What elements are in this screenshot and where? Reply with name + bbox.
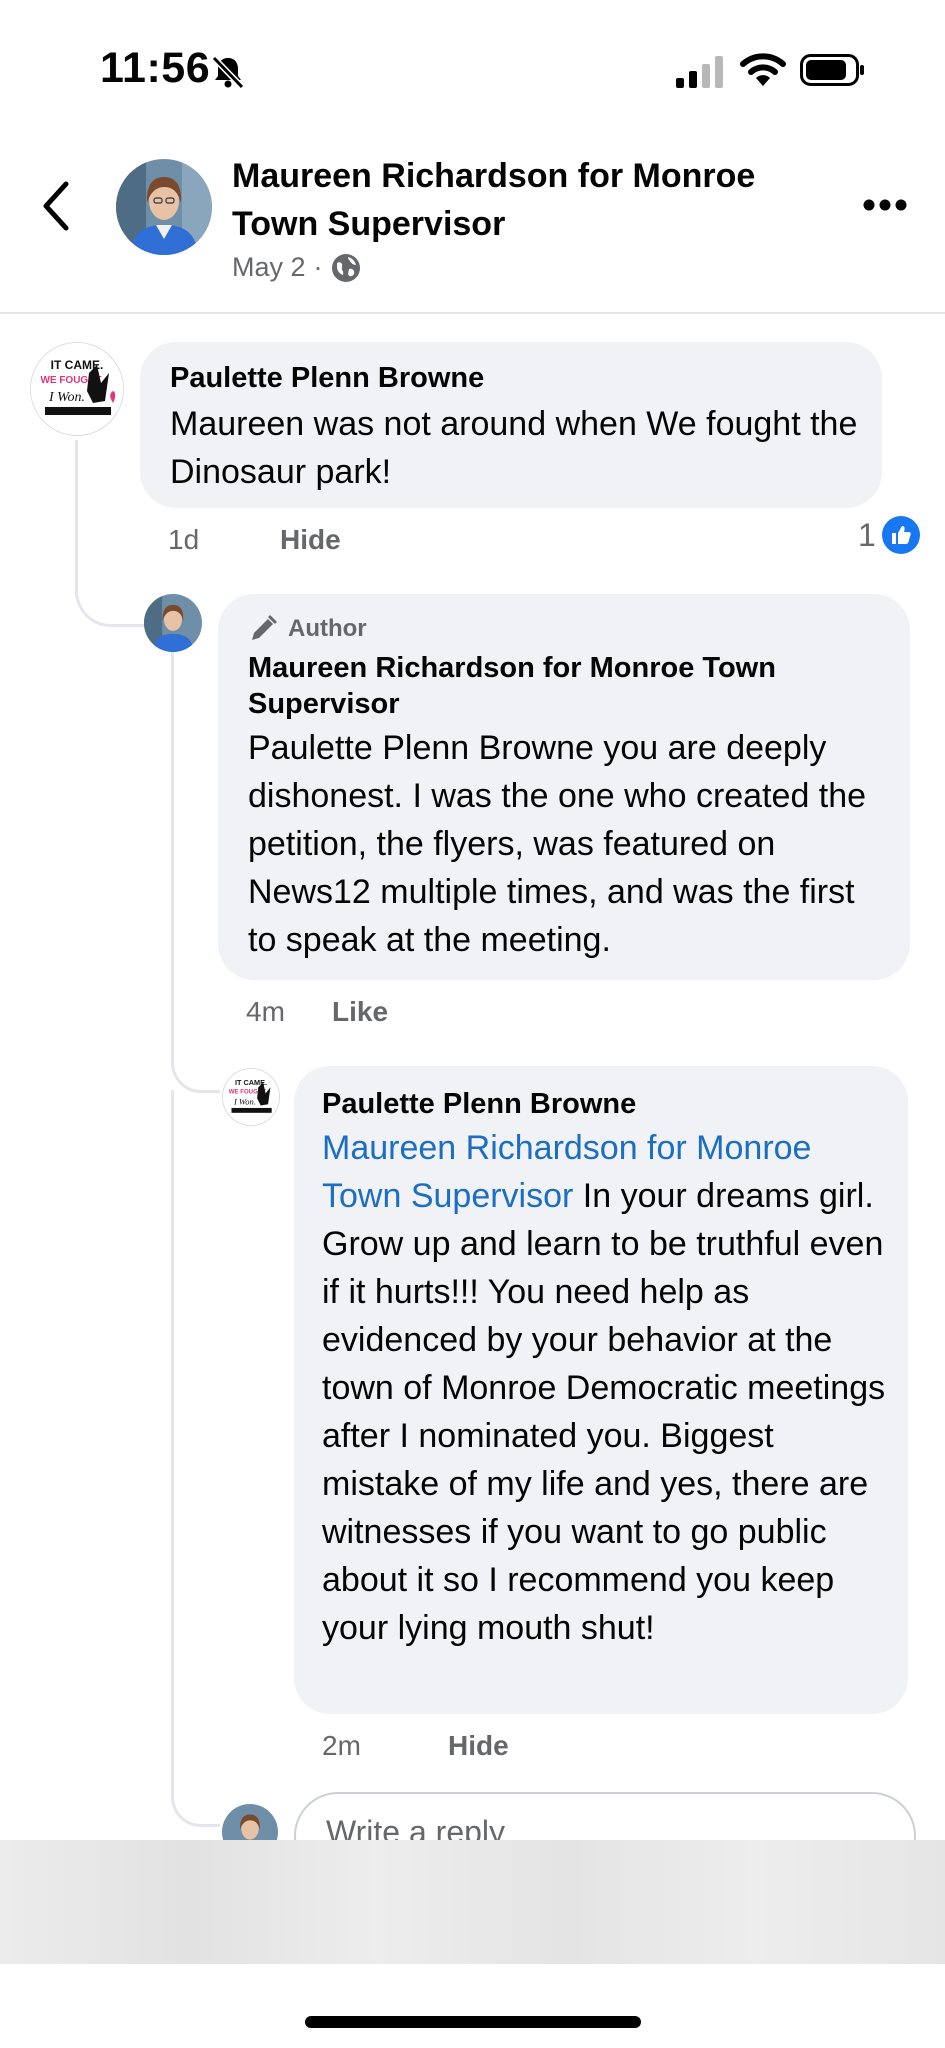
comment-text: Paulette Plenn Browne you are deeply dis… xyxy=(248,729,867,959)
more-options-icon[interactable] xyxy=(862,198,908,212)
like-button[interactable]: Like xyxy=(332,996,388,1028)
battery-icon xyxy=(800,54,864,86)
thread-line xyxy=(171,1090,174,1798)
thread-curve xyxy=(171,1040,220,1093)
author-badge-label: Author xyxy=(288,615,367,642)
home-indicator[interactable] xyxy=(305,2016,641,2028)
post-date: May 2 xyxy=(232,252,306,282)
pencil-icon xyxy=(252,615,277,640)
hide-button[interactable]: Hide xyxy=(280,524,341,556)
back-chevron-icon[interactable] xyxy=(38,178,74,234)
page-title[interactable]: Maureen Richardson for Monroe Town Super… xyxy=(232,152,822,248)
commenter-avatar[interactable]: IT CAME. WE FOUGHT I Won. xyxy=(222,1068,280,1126)
comment-time: 1d xyxy=(168,524,200,555)
author-avatar[interactable] xyxy=(144,594,202,652)
page-avatar[interactable] xyxy=(116,159,212,255)
comment-time: 4m xyxy=(246,996,285,1027)
wifi-icon xyxy=(740,53,786,86)
comment-bubble[interactable]: Paulette Plenn Browne Maureen Richardson… xyxy=(294,1066,908,1714)
thread-curve xyxy=(171,1770,220,1827)
hide-button[interactable]: Hide xyxy=(448,1730,509,1762)
comment-text: Maureen Richardson for Monroe Town Super… xyxy=(322,1124,890,1652)
comment-author[interactable]: Paulette Plenn Browne xyxy=(170,360,484,396)
reaction-count: 1 xyxy=(858,516,876,553)
post-meta: May 2 · xyxy=(232,252,361,283)
globe-icon xyxy=(331,253,360,282)
cell-signal-icon xyxy=(676,56,723,88)
thumbs-up-icon xyxy=(881,516,920,554)
silent-bell-icon xyxy=(211,55,245,90)
thread-curve xyxy=(75,560,148,627)
comment-author[interactable]: Paulette Plenn Browne xyxy=(322,1086,636,1122)
status-time: 11:56 xyxy=(100,44,211,92)
comment-bubble[interactable]: Paulette Plenn Browne Maureen was not ar… xyxy=(140,342,882,508)
blurred-overlay xyxy=(0,1840,945,1964)
header-divider xyxy=(0,312,945,314)
comment-bubble[interactable]: Author Maureen Richardson for Monroe Tow… xyxy=(218,594,910,980)
comment-body: In your dreams girl. Grow up and learn t… xyxy=(322,1177,886,1647)
meta-separator: · xyxy=(313,252,323,282)
commenter-avatar[interactable]: IT CAME. WE FOUGHT I Won. xyxy=(30,342,124,436)
comment-text: Maureen was not around when We fought th… xyxy=(170,405,858,491)
comment-author[interactable]: Maureen Richardson for Monroe Town Super… xyxy=(248,650,868,722)
author-badge: Author xyxy=(248,614,367,644)
reaction-summary[interactable]: 1 xyxy=(858,516,920,554)
thread-line xyxy=(171,650,174,1058)
svg-text:I Won.: I Won. xyxy=(48,390,85,405)
comment-time: 2m xyxy=(322,1730,361,1761)
bottom-area xyxy=(0,1964,945,2048)
svg-text:I Won.: I Won. xyxy=(233,1096,256,1106)
